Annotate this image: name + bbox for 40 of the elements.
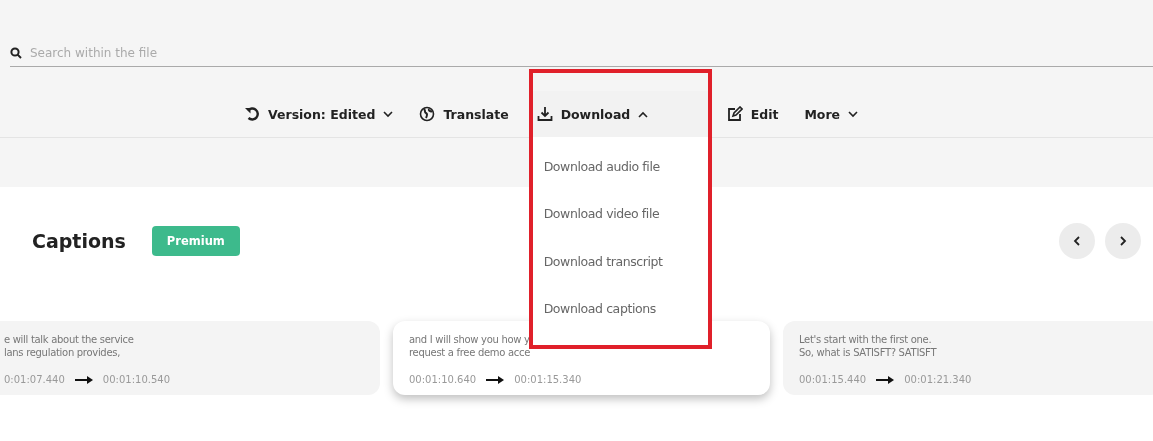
caption-text: lans regulation provides, (4, 346, 121, 359)
end-time: 00:01:21.340 (904, 374, 972, 385)
globe-icon (419, 106, 436, 122)
caption-text: Let's start with the first one. (799, 333, 932, 346)
toolbar-button[interactable]: Translate (413, 91, 515, 137)
toolbar-button[interactable]: Edit (720, 91, 785, 137)
caption-card[interactable]: Let's start with the first one. So, what is SATISFT? SATISFT 00:01:15.440 00:01:21.340 (783, 321, 1153, 395)
chevron-left-icon (1073, 236, 1081, 246)
menu-item[interactable]: Download video file (531, 206, 709, 222)
caret-icon (638, 110, 649, 118)
caption-card[interactable]: e will talk about the service lans regulation provides, 0:01:07.440 00:01:10.540 (0, 321, 380, 395)
download-icon (536, 106, 553, 122)
start-time: 00:01:10.640 (409, 374, 477, 385)
next-button[interactable] (1105, 223, 1141, 259)
menu-item[interactable]: Download transcript (531, 253, 709, 269)
caption-text: e will talk about the service (4, 333, 134, 346)
start-time: 00:01:15.440 (799, 374, 867, 385)
menu-item[interactable]: Download audio file (531, 159, 709, 175)
premium-badge: Premium (151, 226, 240, 256)
toolbar-button[interactable]: Version: Edited (238, 91, 400, 137)
section-title: Captions (32, 230, 126, 252)
caret-icon (383, 110, 394, 118)
search-icon (10, 47, 22, 59)
edit-icon (726, 106, 743, 122)
caption-text: So, what is SATISFT? SATISFT (799, 346, 937, 359)
caption-text: and I will show you how y (409, 333, 530, 346)
search-field[interactable]: Search within the file (30, 46, 200, 60)
arrow-icon (74, 375, 93, 384)
previous-button[interactable] (1059, 223, 1095, 259)
end-time: 00:01:10.540 (102, 374, 170, 385)
chevron-right-icon (1119, 236, 1127, 246)
arrow-icon (876, 375, 895, 384)
toolbar-button[interactable]: More (798, 91, 865, 137)
arrow-icon (486, 375, 505, 384)
menu-item[interactable]: Download captions (531, 300, 709, 316)
end-time: 00:01:15.340 (514, 374, 582, 385)
caret-icon (848, 110, 859, 118)
caption-text: request a free demo acce (409, 346, 530, 359)
undo-icon (244, 106, 260, 122)
start-time: 0:01:07.440 (4, 374, 65, 385)
